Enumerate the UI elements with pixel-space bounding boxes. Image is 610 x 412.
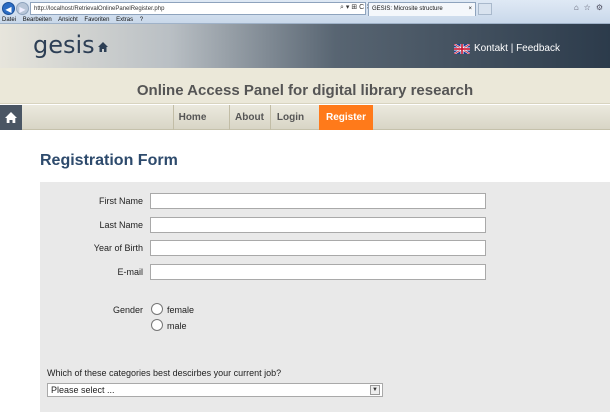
- job-category-question: Which of these categories best descirbes…: [47, 368, 282, 378]
- gender-male-label[interactable]: male: [167, 321, 187, 331]
- main-navigation: Home About Login Register: [0, 105, 610, 130]
- job-category-selected: Please select ...: [51, 385, 115, 395]
- nav-item-about[interactable]: About: [229, 105, 269, 130]
- nav-home-button[interactable]: [0, 105, 22, 130]
- nav-item-home[interactable]: Home: [173, 105, 211, 130]
- banner-title: Online Access Panel for digital library …: [136, 82, 474, 99]
- site-header: gesis Kontakt | Feedback: [0, 24, 610, 68]
- email-label: E-mail: [117, 267, 143, 277]
- browser-tab[interactable]: GESIS: Microsite structure ×: [368, 2, 476, 16]
- menu-item-datei[interactable]: Datei: [2, 17, 16, 23]
- forward-arrow-icon[interactable]: ▶: [16, 2, 29, 15]
- job-category-select[interactable]: Please select ... ▼: [47, 383, 383, 397]
- uk-flag-icon: [454, 44, 470, 54]
- gender-female-radio[interactable]: [151, 303, 163, 315]
- tab-title: GESIS: Microsite structure: [372, 6, 443, 12]
- contact-feedback-link[interactable]: Kontakt | Feedback: [474, 43, 560, 54]
- address-bar[interactable]: http://localhost/RetrievalOnlinePanelReg…: [30, 2, 366, 15]
- menu-item-bearbeiten[interactable]: Bearbeiten: [23, 17, 52, 23]
- last-name-label: Last Name: [99, 220, 143, 230]
- browser-chrome: ◀ ▶ http://localhost/RetrievalOnlinePane…: [0, 0, 610, 24]
- gender-female-label[interactable]: female: [167, 305, 194, 315]
- close-icon[interactable]: ×: [468, 3, 472, 16]
- browser-toolbar-icons[interactable]: ⌂☆⚙: [574, 3, 608, 12]
- nav-item-login[interactable]: Login: [270, 105, 310, 130]
- menu-item-extras[interactable]: Extras: [116, 17, 133, 23]
- gear-icon[interactable]: ⚙: [596, 3, 608, 12]
- star-icon[interactable]: ☆: [584, 3, 596, 12]
- menu-item-help[interactable]: ?: [140, 17, 143, 23]
- home-icon: [5, 112, 17, 123]
- dropdown-arrow-icon[interactable]: ▼: [370, 385, 380, 395]
- page-title: Registration Form: [40, 152, 178, 169]
- nav-item-register[interactable]: Register: [319, 105, 373, 130]
- new-tab-button[interactable]: [478, 3, 492, 15]
- year-of-birth-label: Year of Birth: [93, 243, 143, 253]
- email-input[interactable]: [150, 264, 486, 280]
- site-banner: Online Access Panel for digital library …: [0, 68, 610, 104]
- first-name-label: First Name: [98, 196, 143, 206]
- menu-item-ansicht[interactable]: Ansicht: [58, 17, 78, 23]
- gesis-logo[interactable]: gesis: [33, 31, 95, 59]
- home-icon[interactable]: ⌂: [574, 3, 584, 12]
- first-name-input[interactable]: [150, 193, 486, 209]
- back-arrow-icon[interactable]: ◀: [2, 2, 15, 15]
- gender-male-radio[interactable]: [151, 319, 163, 331]
- year-of-birth-input[interactable]: [150, 240, 486, 256]
- menu-bar: Datei Bearbeiten Ansicht Favoriten Extra…: [0, 16, 610, 24]
- gender-label: Gender: [112, 305, 143, 315]
- last-name-input[interactable]: [150, 217, 486, 233]
- home-icon[interactable]: [97, 41, 109, 53]
- menu-item-favoriten[interactable]: Favoriten: [84, 17, 109, 23]
